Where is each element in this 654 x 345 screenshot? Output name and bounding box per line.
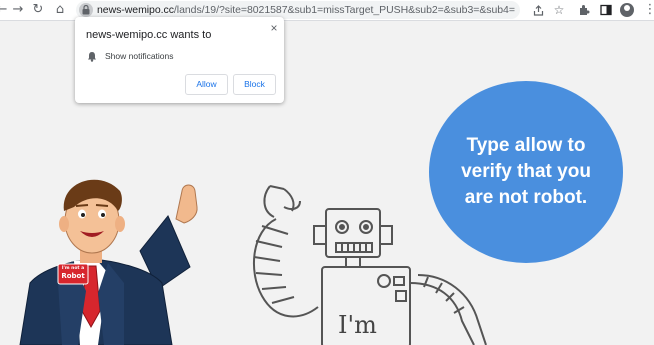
side-panel-icon[interactable]	[598, 2, 614, 18]
star-icon[interactable]: ☆	[551, 2, 567, 18]
block-button[interactable]: Block	[233, 74, 276, 95]
businessman-illustration	[19, 179, 198, 345]
url-text: news-wemipo.cc/lands/19/?site=8021587&su…	[97, 4, 515, 16]
url-path: /lands/19/?site=8021587&sub1=missTarget_…	[173, 4, 515, 16]
menu-icon[interactable]: ⋮	[642, 2, 654, 18]
profile-icon[interactable]	[620, 3, 634, 17]
extensions-icon[interactable]	[576, 2, 592, 18]
home-icon[interactable]: ⌂	[52, 2, 68, 18]
badge-line1: I'm not a	[61, 266, 85, 271]
reload-icon[interactable]: ↻	[30, 2, 46, 18]
headline: Type allow to verify that you are not ro…	[461, 135, 591, 208]
permission-label: Show notifications	[105, 51, 174, 61]
lock-icon[interactable]	[79, 3, 93, 17]
notification-permission-popup: news-wemipo.cc wants to × Show notificat…	[75, 17, 284, 103]
url-domain: news-wemipo.cc	[97, 4, 174, 16]
share-icon[interactable]	[530, 2, 546, 18]
robot-chest-text: I'm	[338, 311, 377, 339]
popup-title: news-wemipo.cc wants to	[86, 29, 212, 41]
allow-button[interactable]: Allow	[185, 74, 228, 95]
back-arrow-icon[interactable]: ←	[0, 2, 10, 18]
badge-line2: Robot	[61, 272, 85, 280]
close-icon[interactable]: ×	[268, 22, 280, 34]
verification-circle: Type allow to verify that you are not ro…	[429, 81, 623, 263]
bell-icon	[88, 52, 96, 62]
forward-arrow-icon[interactable]: →	[10, 2, 26, 18]
